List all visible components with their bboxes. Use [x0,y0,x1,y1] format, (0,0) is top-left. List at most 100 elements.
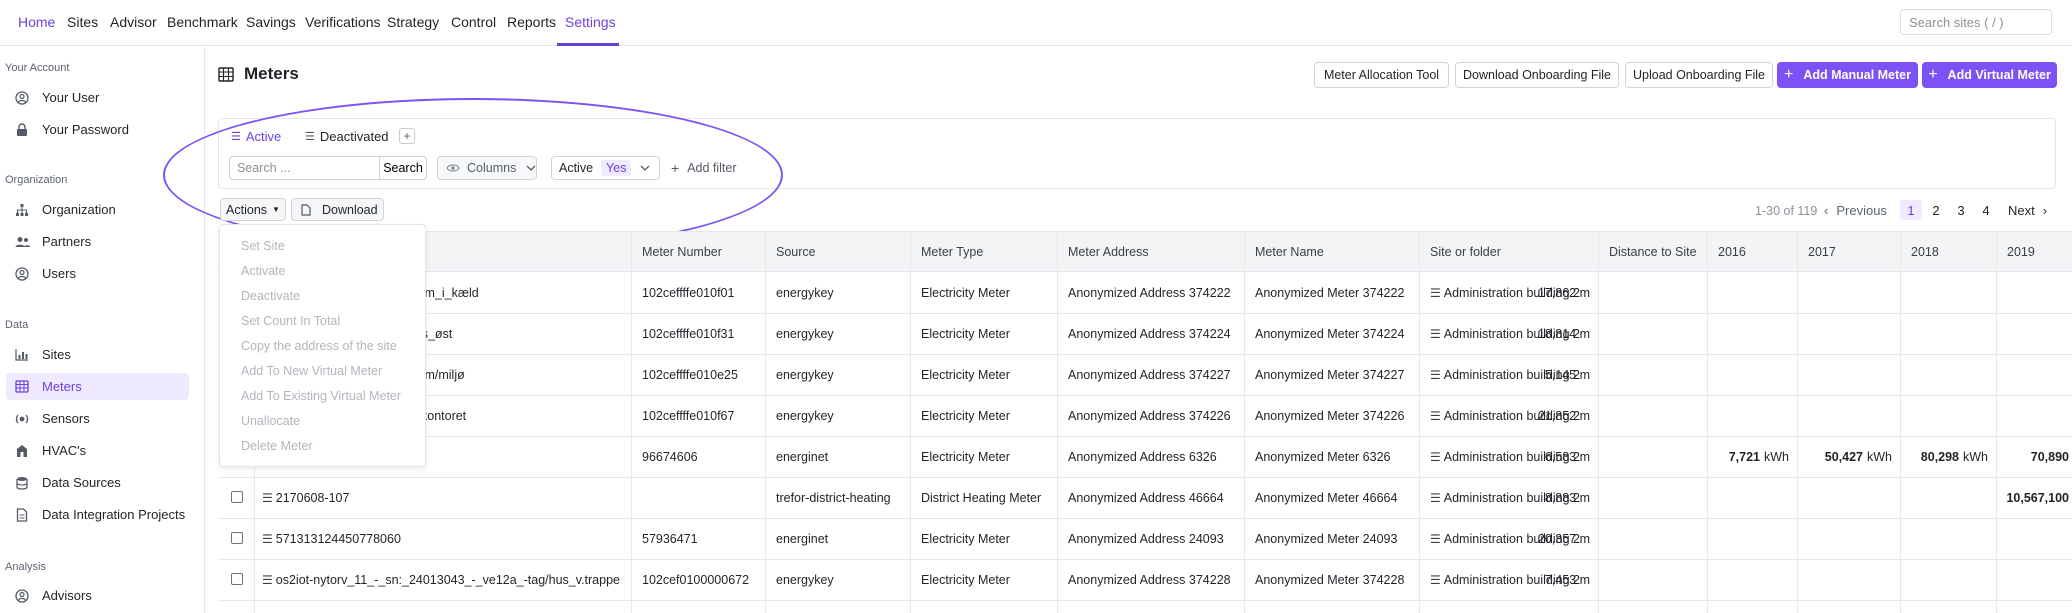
meter-id-cell[interactable]: ☰ 2170608-107 [262,491,349,505]
site-search-input[interactable] [1900,9,2052,35]
cell-distance: 18,814 m [1537,327,1590,341]
row-checkbox[interactable] [231,491,243,503]
plus-icon: + [1928,66,1938,83]
menu-item-set-site[interactable]: Set Site [241,239,285,253]
search-input[interactable] [229,156,380,180]
nav-home[interactable]: Home [18,13,55,31]
add-filter-button[interactable]: + Add filter [671,160,737,176]
table-row[interactable]: ☰ 571313124450778060 57936471 energinet Elec… [218,519,2072,560]
nav-advisor[interactable]: Advisor [110,13,157,31]
column-header-2019[interactable]: 2019 [2007,245,2035,259]
table-row[interactable]: ☰ 2170608-107 trefor-district-heating Distr… [218,478,2072,519]
download-onboarding-file-button[interactable]: Download Onboarding File [1455,62,1619,88]
nav-savings[interactable]: Savings [246,13,296,31]
site-folder-icon: ☰ [1430,286,1441,300]
upload-onboarding-file-button[interactable]: Upload Onboarding File [1625,62,1773,88]
cell-source: energykey [776,368,834,382]
pagination-next[interactable]: Next › [2008,203,2047,218]
sidebar-item-label: Organization [42,202,116,217]
column-header-2016[interactable]: 2016 [1718,245,1746,259]
column-header-2018[interactable]: 2018 [1911,245,1939,259]
column-header-meter-number[interactable]: Meter Number [642,245,722,259]
sidebar-item-partners[interactable]: Partners [6,228,189,255]
table-row[interactable]: ☰013097_-_ve15_-_teknikrum_i_kæld102ceff… [218,273,2072,314]
column-header-distance-to-site[interactable]: Distance to Site [1609,245,1697,259]
menu-item-copy-site-address[interactable]: Copy the address of the site [241,339,397,353]
menu-item-unallocate[interactable]: Unallocate [241,414,300,428]
sidebar-item-your-password[interactable]: Your Password [6,116,189,143]
menu-item-add-to-existing-virtual-meter[interactable]: Add To Existing Virtual Meter [241,389,401,403]
nav-strategy[interactable]: Strategy [387,13,439,31]
add-virtual-meter-button[interactable]: + Add Virtual Meter [1922,62,2057,88]
menu-item-set-count-in-total[interactable]: Set Count In Total [241,314,340,328]
site-folder-icon: ☰ [1430,532,1441,546]
page-2[interactable]: 2 [1925,200,1947,220]
site-folder-icon: ☰ [1430,327,1441,341]
menu-item-delete-meter[interactable]: Delete Meter [241,439,313,453]
tab-deactivated[interactable]: ☰ Deactivated [305,129,389,144]
sidebar-item-data-integration-projects[interactable]: Data Integration Projects [6,501,189,528]
page-4[interactable]: 4 [1975,200,1997,220]
page-3[interactable]: 3 [1950,200,1972,220]
row-checkbox[interactable] [231,573,243,585]
meter-id-cell[interactable]: ☰ 571313124450778060 [262,532,401,546]
nav-benchmark[interactable]: Benchmark [167,13,238,31]
column-header-source[interactable]: Source [776,245,816,259]
meter-id-cell[interactable]: ☰ os2iot-nytorv_11_-_sn:_24013043_-_ve12a… [262,573,620,587]
sidebar-section-your-account: Your Account [5,62,70,74]
pagination-previous[interactable]: ‹ Previous [1824,203,1887,218]
menu-item-deactivate[interactable]: Deactivate [241,289,300,303]
sidebar-item-meters[interactable]: Meters [6,373,189,400]
sidebar-item-your-user[interactable]: Your User [6,84,189,111]
cell-year-value: 50,427 kWh [1824,450,1892,464]
chevron-right-icon: › [2042,203,2048,218]
table-row[interactable]: ☰013098_-_ve13v_-_tag/hus_øst102ceffffe0… [218,314,2072,355]
sidebar-item-users[interactable]: Users [6,260,189,287]
actions-button[interactable]: Actions ▼ [220,198,286,221]
cell-source: energinet [776,450,829,464]
status-filter[interactable]: Active Yes [551,156,660,180]
sidebar-item-sensors[interactable]: Sensors [6,405,189,432]
sidebar-item-sites[interactable]: Sites [6,341,189,368]
meter-allocation-tool-button[interactable]: Meter Allocation Tool [1314,62,1449,88]
nav-settings[interactable]: Settings [565,13,616,31]
table-icon [14,379,30,395]
table-row[interactable]: ☰ os2iot-nytorv_11_-_sn:_24013043_-_ve12a… [218,560,2072,601]
meters-table: Meter Number Source Meter Type Meter Add… [218,231,2072,613]
column-header-meter-address[interactable]: Meter Address [1068,245,1149,259]
nav-sites[interactable]: Sites [67,13,98,31]
table-row[interactable]: ☰013100_-_ve01_-_teknikrum/miljø102cefff… [218,355,2072,396]
sidebar-item-data-sources[interactable]: Data Sources [6,469,189,496]
cell-distance: 20,357 m [1537,532,1590,546]
columns-button[interactable]: Columns [437,156,537,180]
column-header-site-or-folder[interactable]: Site or folder [1430,245,1501,259]
cell-number: 102cef0100000672 [642,573,750,587]
page-1[interactable]: 1 [1900,200,1922,220]
column-header-2017[interactable]: 2017 [1808,245,1836,259]
nav-control[interactable]: Control [451,13,496,31]
add-tab-button[interactable]: + [399,128,415,144]
table-row[interactable]: ☰013082_-_ve21_-_kørselskontoret102cefff… [218,396,2072,437]
lock-icon [14,122,30,138]
row-checkbox[interactable] [231,532,243,544]
table-row[interactable]: ☰ 96674606 energinet Electricity Meter Anony… [218,437,2072,478]
status-filter-value: Yes [601,160,632,176]
sidebar-item-advisors[interactable]: Advisors [6,582,189,609]
search-button[interactable]: Search [379,156,427,180]
download-button[interactable]: Download [291,198,384,221]
cell-year-value: 10,567,100 [2006,491,2069,505]
column-header-meter-name[interactable]: Meter Name [1255,245,1324,259]
cell-name: Anonymized Meter 374226 [1255,409,1405,423]
menu-item-activate[interactable]: Activate [241,264,285,278]
sidebar-item-organization[interactable]: Organization [6,196,189,223]
sidebar-item-hvacs[interactable]: HVAC's [6,437,189,464]
tab-active[interactable]: ☰ Active [231,129,281,144]
add-manual-meter-button[interactable]: + Add Manual Meter [1777,62,1918,88]
nav-verifications[interactable]: Verifications [305,13,380,31]
column-header-meter-type[interactable]: Meter Type [921,245,983,259]
menu-item-add-to-new-virtual-meter[interactable]: Add To New Virtual Meter [241,364,382,378]
sidebar-item-label: Users [42,266,76,281]
nav-reports[interactable]: Reports [507,13,556,31]
list-icon: ☰ [231,131,241,143]
cell-type: Electricity Meter [921,450,1010,464]
